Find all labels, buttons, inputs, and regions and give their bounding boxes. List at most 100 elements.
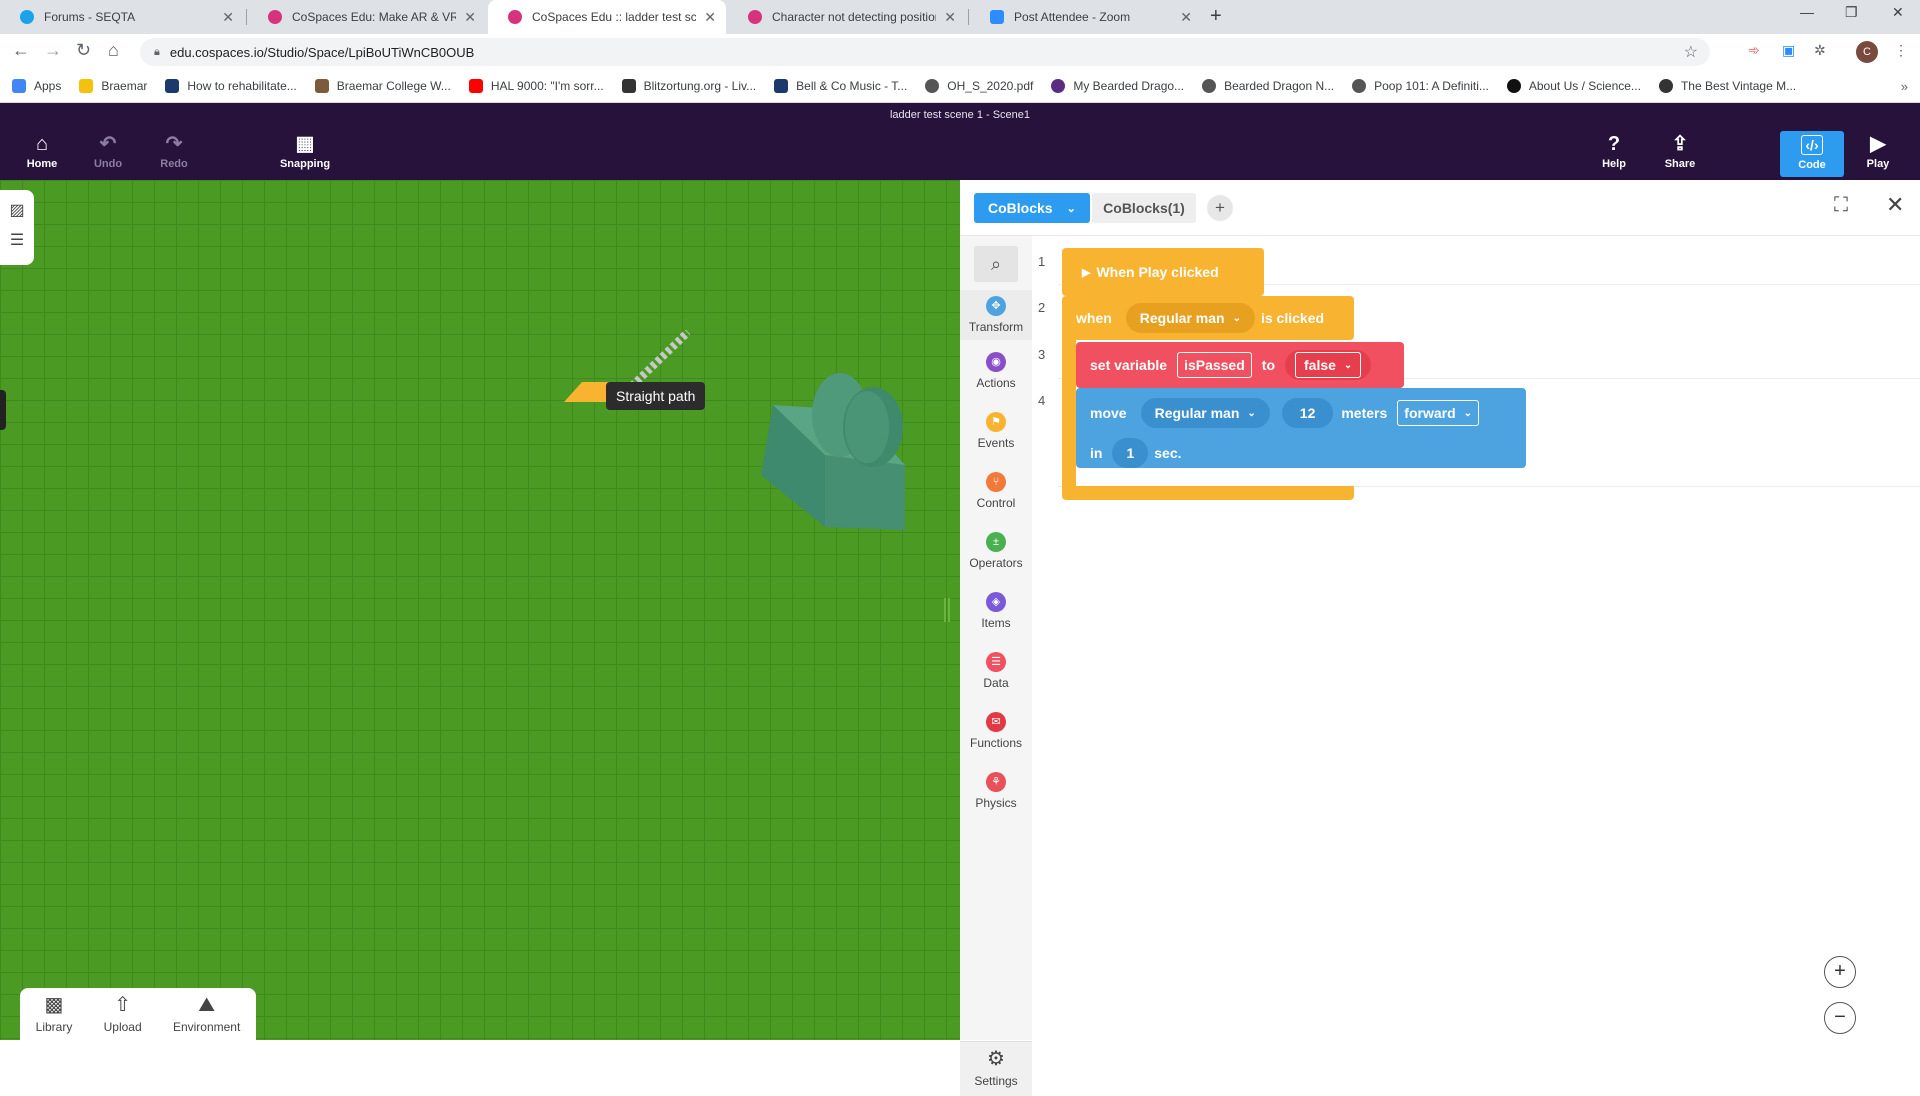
palette-physics[interactable]: ⚘ Physics — [960, 772, 1032, 810]
home-icon[interactable]: ⌂ — [108, 40, 119, 61]
cospaces-favicon-icon — [508, 10, 522, 24]
browser-tab-active[interactable]: CoSpaces Edu :: ladder test scene ✕ — [488, 0, 726, 34]
window-close-icon[interactable]: ✕ — [1892, 4, 1904, 21]
back-icon[interactable]: ← — [12, 40, 30, 61]
control-icon: ⑂ — [986, 472, 1006, 492]
bookmark-item[interactable]: The Best Vintage M... — [1658, 79, 1797, 93]
search-button[interactable]: ⌕ — [974, 246, 1018, 282]
play-button[interactable]: ▶ Play — [1848, 133, 1908, 170]
code-button[interactable]: ‹/› Code — [1780, 131, 1844, 177]
distance-input[interactable]: 12 — [1281, 398, 1334, 428]
when-clicked-block[interactable]: when Regular man ⌄ is clicked — [1062, 296, 1354, 340]
bookmark-item[interactable]: Poop 101: A Definiti... — [1352, 79, 1489, 93]
library-button[interactable]: ▩ Library — [36, 994, 73, 1040]
tab-coblocks[interactable]: CoBlocks ⌄ — [974, 193, 1090, 223]
move-item-dropdown[interactable]: Regular man ⌄ — [1140, 398, 1270, 428]
variable-name-field[interactable]: isPassed — [1177, 352, 1252, 378]
set-variable-block[interactable]: set variable isPassed to false ⌄ — [1076, 342, 1404, 388]
bookmark-item[interactable]: Bearded Dragon N... — [1202, 79, 1334, 93]
settings-button[interactable]: ⚙ Settings — [960, 1041, 1032, 1096]
restore-icon[interactable]: ❐ — [1845, 4, 1858, 21]
new-tab-button[interactable]: + — [1210, 5, 1222, 28]
zoom-in-button[interactable]: + — [1824, 956, 1856, 988]
off-screen-object[interactable] — [0, 390, 6, 430]
help-button[interactable]: ? Help — [1584, 133, 1644, 170]
block-label: move — [1090, 405, 1127, 421]
when-play-clicked-block[interactable]: ▶ When Play clicked — [1062, 248, 1264, 296]
close-panel-icon[interactable]: ✕ — [1886, 192, 1904, 218]
puzzle-extension-icon[interactable]: ✲ — [1814, 42, 1826, 59]
value-dropdown[interactable]: false ⌄ — [1285, 350, 1372, 380]
bookmark-item[interactable]: About Us / Science... — [1506, 79, 1641, 93]
close-icon[interactable]: ✕ — [222, 9, 234, 26]
upload-icon: ⇧ — [114, 994, 132, 1016]
reload-icon[interactable]: ↻ — [76, 40, 91, 61]
bookmark-item[interactable]: OH_S_2020.pdf — [925, 79, 1033, 93]
browser-tab[interactable]: Forums - SEQTA ✕ — [0, 0, 244, 34]
add-tab-button[interactable]: + — [1207, 195, 1233, 221]
code-workspace[interactable]: 1 2 3 4 ▶ When Play clicked when Regular… — [1032, 236, 1920, 1040]
browser-tab[interactable]: Character not detecting position ✕ — [728, 0, 966, 34]
bookmark-item[interactable]: Braemar — [79, 79, 147, 93]
bookmark-item[interactable]: Blitzortung.org - Liv... — [621, 79, 756, 93]
list-icon[interactable]: ☰ — [0, 220, 34, 250]
tab-title: CoSpaces Edu: Make AR & VR in — [292, 10, 457, 24]
fullscreen-icon[interactable]: ⛶ — [1834, 194, 1848, 217]
code-tabs: CoBlocks ⌄ CoBlocks(1) + ⛶ ✕ — [960, 180, 1920, 236]
close-icon[interactable]: ✕ — [1180, 9, 1192, 26]
palette-functions[interactable]: ✉ Functions — [960, 712, 1032, 750]
upload-button[interactable]: ⇧ Upload — [104, 994, 142, 1040]
profile-avatar[interactable]: C — [1856, 41, 1878, 63]
extension-icon[interactable]: ➾ — [1748, 42, 1760, 59]
block-label: sec. — [1154, 445, 1182, 461]
duration-input[interactable]: 1 — [1112, 438, 1149, 468]
palette-control[interactable]: ⑂ Control — [960, 472, 1032, 510]
address-bar[interactable]: 🔒︎ edu.cospaces.io/Studio/Space/LpiBoUTi… — [140, 38, 1710, 66]
chevron-down-icon[interactable]: ⌄ — [1067, 202, 1076, 215]
panel-resize-handle[interactable] — [944, 598, 950, 622]
bookmarks-overflow-icon[interactable]: » — [1901, 79, 1908, 94]
tab-title: Forums - SEQTA — [44, 10, 136, 24]
browser-tab[interactable]: CoSpaces Edu: Make AR & VR in ✕ — [248, 0, 486, 34]
browser-toolbar: ← → ↻ ⌂ 🔒︎ edu.cospaces.io/Studio/Space/… — [0, 34, 1920, 70]
direction-dropdown[interactable]: forward ⌄ — [1397, 400, 1480, 426]
item-dropdown[interactable]: Regular man ⌄ — [1125, 303, 1255, 333]
palette-actions[interactable]: ◉ Actions — [960, 352, 1032, 390]
bookmark-label: The Best Vintage M... — [1680, 79, 1797, 93]
scene-viewport[interactable]: ▨ ☰ Straight path ▩ Library ⇧ Upload ⛰ Envi… — [0, 180, 960, 1040]
close-icon[interactable]: ✕ — [464, 9, 476, 26]
bookmark-item[interactable]: Apps — [12, 79, 61, 93]
forward-icon[interactable]: → — [44, 40, 62, 61]
palette-events[interactable]: ⚑ Events — [960, 412, 1032, 450]
site-favicon-icon — [774, 79, 789, 93]
palette-items[interactable]: ◈ Items — [960, 592, 1032, 630]
bookmark-item[interactable]: How to rehabilitate... — [165, 79, 297, 93]
camera-object[interactable] — [755, 365, 915, 545]
zoom-extension-icon[interactable]: ▣ — [1782, 42, 1795, 59]
snapping-button[interactable]: ▦ Snapping — [275, 133, 335, 170]
close-icon[interactable]: ✕ — [944, 9, 956, 26]
palette-transform[interactable]: ✥ Transform — [960, 290, 1032, 340]
share-button[interactable]: ⇪ Share — [1650, 133, 1710, 170]
redo-button[interactable]: ↷ Redo — [144, 133, 204, 170]
tab-coblocks-1[interactable]: CoBlocks(1) — [1092, 193, 1196, 223]
bookmark-item[interactable]: Bell & Co Music - T... — [774, 79, 907, 93]
gallery-icon[interactable]: ▨ — [0, 190, 34, 220]
move-block[interactable]: move Regular man ⌄ 12 meters forward ⌄ in … — [1076, 388, 1526, 468]
palette-data[interactable]: ☰ Data — [960, 652, 1032, 690]
bookmark-item[interactable]: Braemar College W... — [314, 79, 451, 93]
block-label: When Play clicked — [1096, 264, 1219, 280]
undo-button[interactable]: ↶ Undo — [78, 133, 138, 170]
zoom-out-button[interactable]: − — [1824, 1002, 1856, 1034]
menu-kebab-icon[interactable]: ⋮ — [1894, 42, 1908, 59]
home-button[interactable]: ⌂ Home — [12, 133, 72, 170]
bookmark-item[interactable]: HAL 9000: "I'm sorr... — [468, 79, 604, 93]
straight-path-object[interactable] — [560, 330, 690, 430]
minimize-icon[interactable]: — — [1800, 4, 1814, 20]
browser-tab[interactable]: Post Attendee - Zoom ✕ — [970, 0, 1202, 34]
palette-operators[interactable]: ± Operators — [960, 532, 1032, 570]
bookmark-item[interactable]: My Bearded Drago... — [1051, 79, 1184, 93]
close-icon[interactable]: ✕ — [704, 9, 716, 26]
bookmark-star-icon[interactable]: ☆ — [1684, 42, 1698, 62]
environment-button[interactable]: ⛰ Environment — [173, 994, 240, 1040]
